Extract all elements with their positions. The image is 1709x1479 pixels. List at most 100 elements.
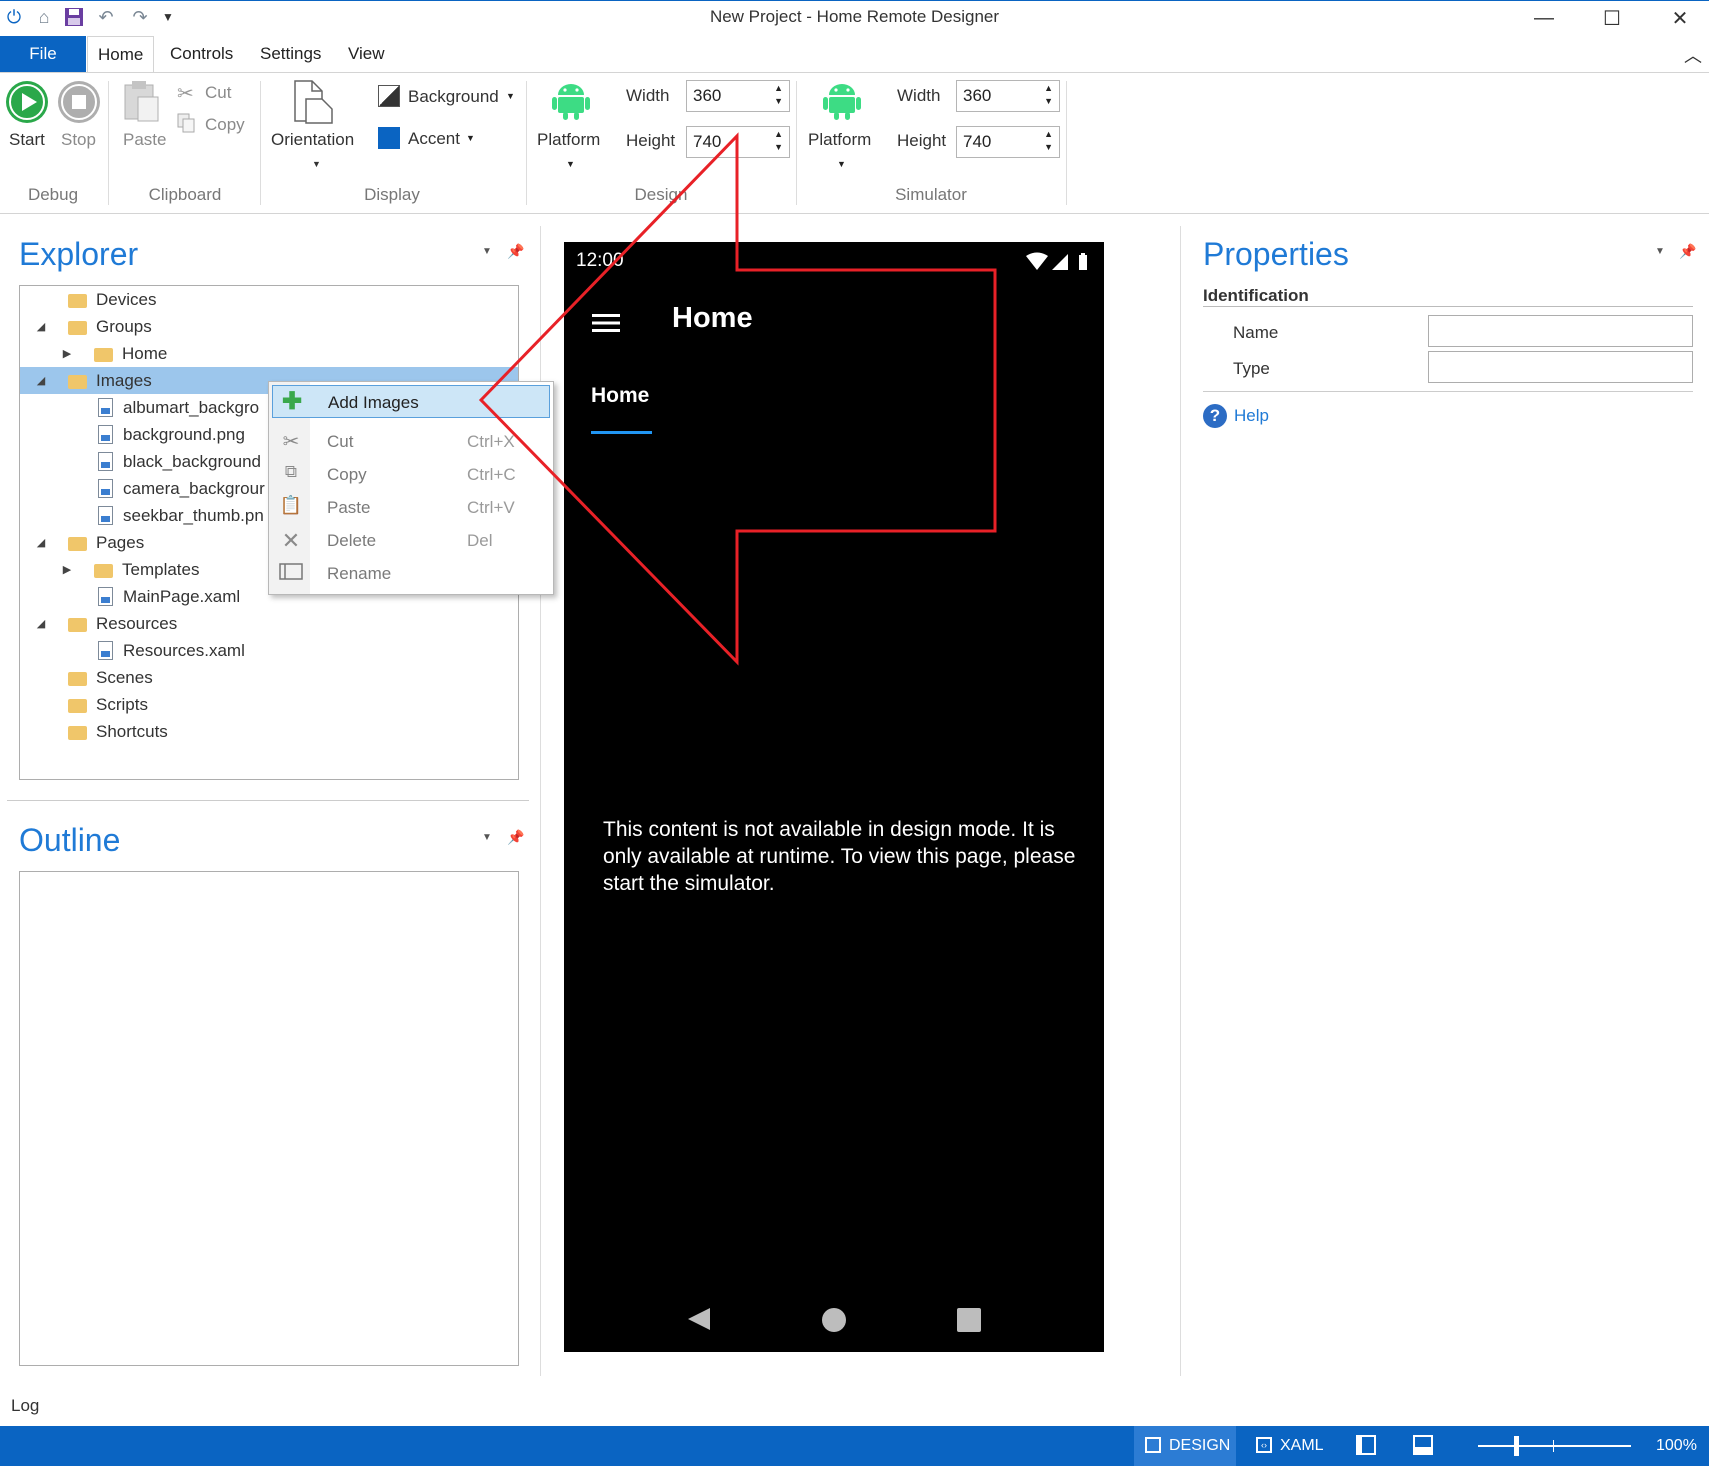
tree-item-resources-xaml[interactable]: Resources.xaml: [20, 637, 518, 664]
tab-home[interactable]: Home: [87, 36, 155, 72]
status-bar: DESIGN ‹› XAML 100%: [0, 1426, 1709, 1466]
background-dropdown-icon[interactable]: ▼: [506, 91, 515, 101]
collapse-ribbon-icon[interactable]: ︿: [1684, 42, 1702, 68]
start-icon[interactable]: [6, 81, 48, 123]
collapse-icon[interactable]: ◢: [34, 320, 48, 333]
type-field[interactable]: [1428, 351, 1693, 383]
tree-item-devices[interactable]: Devices: [20, 286, 518, 313]
spin-arrows-icon[interactable]: ▲ ▼: [1044, 82, 1053, 108]
background-button[interactable]: Background: [408, 87, 499, 107]
tree-item-shortcuts[interactable]: Shortcuts: [20, 718, 518, 745]
tab-view[interactable]: View: [338, 36, 395, 72]
tree-item-resources[interactable]: ◢ Resources: [20, 610, 518, 637]
simulator-platform-button[interactable]: Platform: [808, 130, 871, 150]
collapse-icon[interactable]: ◢: [34, 617, 48, 630]
help-link[interactable]: Help: [1234, 406, 1269, 426]
tree-item-background[interactable]: background.png: [20, 421, 270, 448]
collapse-icon[interactable]: ◢: [34, 374, 48, 387]
maximize-button[interactable]: ☐: [1578, 1, 1646, 35]
title-bar: ⏻ ⌂ ↶ ↷ ▼ New Project - Home Remote Desi…: [0, 0, 1709, 36]
name-field[interactable]: [1428, 315, 1693, 347]
design-height-value: 740: [693, 132, 722, 151]
simulator-width-input[interactable]: 360 ▲ ▼: [956, 80, 1060, 112]
xaml-file-icon: [98, 641, 113, 660]
folder-icon: [68, 725, 87, 740]
nav-recents-icon[interactable]: [957, 1308, 981, 1332]
folder-icon: [68, 320, 87, 335]
spin-arrows-icon[interactable]: ▲ ▼: [1044, 128, 1053, 154]
design-height-input[interactable]: 740 ▲ ▼: [686, 126, 790, 158]
phone-tab-home[interactable]: Home: [591, 384, 649, 408]
accent-dropdown-icon[interactable]: ▼: [466, 133, 475, 143]
tree-item-black-background[interactable]: black_background: [20, 448, 270, 475]
menu-item-add-images[interactable]: ✚ Add Images: [272, 385, 550, 418]
tab-controls[interactable]: Controls: [160, 36, 243, 72]
panel-splitter[interactable]: [1180, 226, 1181, 1376]
split-vertical-icon[interactable]: [1356, 1435, 1376, 1455]
pin-icon[interactable]: 📌: [507, 829, 524, 846]
menu-item-delete[interactable]: ✕ Delete Del: [269, 524, 553, 557]
log-tab[interactable]: Log: [11, 1396, 39, 1416]
section-divider: [1203, 391, 1693, 392]
tree-item-seekbar-thumb[interactable]: seekbar_thumb.pn: [20, 502, 270, 529]
xaml-view-icon[interactable]: ‹›: [1256, 1437, 1272, 1453]
pin-icon[interactable]: 📌: [507, 243, 524, 260]
spin-arrows-icon[interactable]: ▲ ▼: [774, 82, 783, 108]
tree-item-label: Templates: [122, 559, 200, 579]
group-label-simulator: Simulator: [895, 185, 967, 204]
tab-settings[interactable]: Settings: [250, 36, 331, 72]
accent-button[interactable]: Accent: [408, 129, 460, 149]
design-width-input[interactable]: 360 ▲ ▼: [686, 80, 790, 112]
menu-item-rename[interactable]: Rename: [269, 557, 553, 590]
help-icon[interactable]: ?: [1203, 404, 1227, 428]
pin-icon[interactable]: 📌: [1679, 243, 1696, 260]
orientation-button[interactable]: Orientation: [271, 130, 354, 150]
expand-icon[interactable]: ▶: [60, 563, 74, 576]
design-view-label: DESIGN: [1169, 1437, 1231, 1454]
tree-item-label: seekbar_thumb.pn: [123, 505, 264, 525]
collapse-icon[interactable]: ◢: [34, 536, 48, 549]
start-button[interactable]: Start: [9, 130, 45, 150]
xaml-view-button[interactable]: XAML: [1280, 1437, 1324, 1455]
image-file-icon: [98, 398, 113, 417]
folder-icon: [68, 698, 87, 713]
folder-icon: [68, 293, 87, 308]
menu-item-copy: ⧉ Copy Ctrl+C: [269, 458, 553, 491]
split-horizontal-icon[interactable]: [1413, 1435, 1433, 1455]
panel-menu-icon[interactable]: ▼: [482, 832, 492, 843]
orientation-dropdown-icon[interactable]: ▼: [312, 159, 321, 169]
tree-item-camera-background[interactable]: camera_backgrour: [20, 475, 270, 502]
hamburger-menu-icon[interactable]: [592, 312, 620, 334]
tree-item-groups[interactable]: ◢ Groups: [20, 313, 518, 340]
expand-icon[interactable]: ▶: [60, 347, 74, 360]
panel-splitter[interactable]: [7, 800, 529, 801]
paste-button: Paste: [123, 130, 167, 149]
zoom-slider-thumb[interactable]: [1514, 1436, 1519, 1456]
outline-tree[interactable]: [19, 871, 519, 1366]
nav-home-icon[interactable]: [822, 1308, 846, 1332]
panel-menu-icon[interactable]: ▼: [482, 246, 492, 257]
zoom-slider[interactable]: [1478, 1436, 1631, 1456]
design-platform-dropdown-icon[interactable]: ▼: [566, 159, 575, 169]
design-platform-button[interactable]: Platform: [537, 130, 600, 150]
simulator-height-input[interactable]: 740 ▲ ▼: [956, 126, 1060, 158]
panel-menu-icon[interactable]: ▼: [1655, 246, 1665, 257]
minimize-button[interactable]: —: [1510, 1, 1578, 35]
rename-icon: [279, 561, 303, 585]
tree-item-label: Images: [96, 370, 152, 390]
identification-section: Identification: [1203, 286, 1309, 305]
spin-arrows-icon[interactable]: ▲ ▼: [774, 128, 783, 154]
folder-icon: [94, 563, 113, 578]
group-label-design: Design: [634, 185, 688, 204]
separator: [108, 81, 109, 205]
tab-file[interactable]: File: [0, 36, 86, 72]
tree-item-scenes[interactable]: Scenes: [20, 664, 518, 691]
simulator-platform-dropdown-icon[interactable]: ▼: [837, 159, 846, 169]
nav-back-icon[interactable]: [684, 1304, 714, 1334]
tree-item-home[interactable]: ▶ Home: [20, 340, 518, 367]
tree-item-albumart[interactable]: albumart_backgro: [20, 394, 270, 421]
separator: [1066, 81, 1067, 205]
close-button[interactable]: ✕: [1646, 1, 1709, 35]
tree-item-scripts[interactable]: Scripts: [20, 691, 518, 718]
stop-button: Stop: [61, 130, 96, 149]
